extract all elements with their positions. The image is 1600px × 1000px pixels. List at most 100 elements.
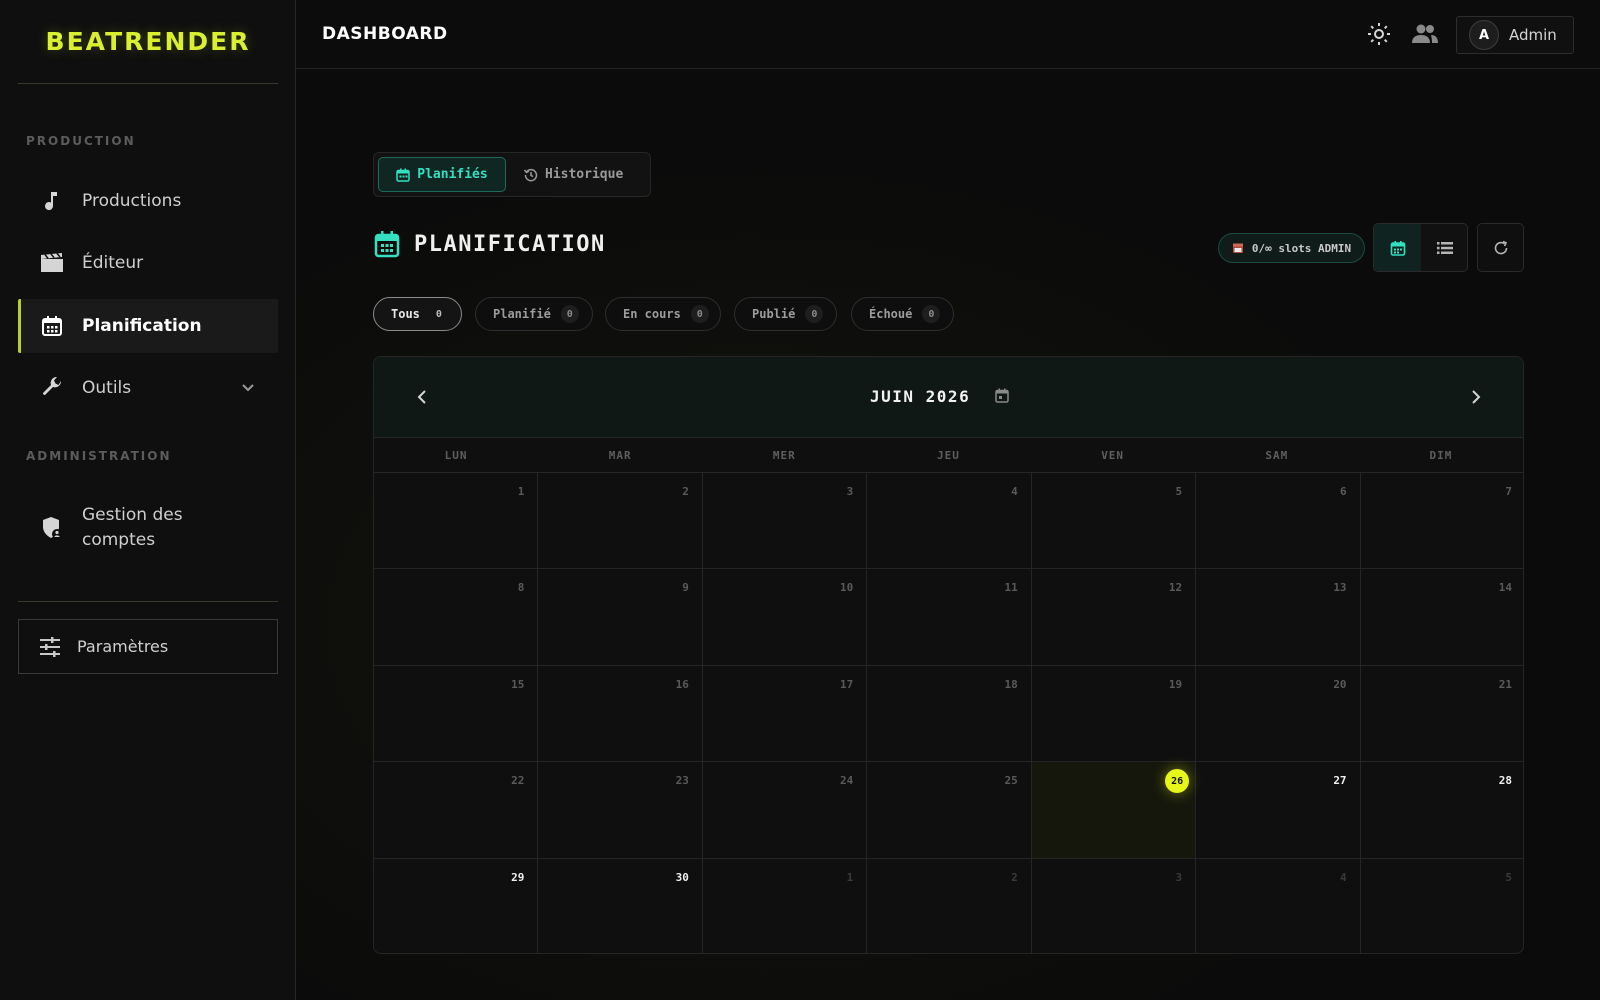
clapperboard-icon <box>40 251 64 275</box>
calendar-day[interactable]: 24 <box>702 762 868 859</box>
sidebar-item-label: Gestion des comptes <box>82 505 183 550</box>
calendar-day[interactable]: 12 <box>1031 569 1197 666</box>
calendar-day[interactable]: 11 <box>867 569 1032 666</box>
settings-button[interactable]: Paramètres <box>18 619 278 674</box>
calendar-day[interactable]: 17 <box>702 665 868 763</box>
calendar-day[interactable]: 5 <box>1361 859 1523 953</box>
chevron-left-icon[interactable] <box>411 385 435 409</box>
brand-logo[interactable]: BEATRENDER <box>18 0 278 84</box>
calendar-day[interactable]: 1 <box>374 473 539 570</box>
sidebar: BEATRENDER PRODUCTION Productions Éditeu… <box>0 0 296 1000</box>
tab-planifies[interactable]: Planifiés <box>378 157 506 192</box>
shield-user-icon <box>40 516 64 540</box>
calendar-day[interactable]: 5 <box>1031 473 1197 570</box>
calendar-day[interactable]: 23 <box>538 762 703 859</box>
filter-tous[interactable]: Tous 0 <box>373 297 462 331</box>
weekday-label: MAR <box>608 448 632 462</box>
sidebar-divider <box>18 601 278 602</box>
weekday-label: SAM <box>1265 448 1289 462</box>
calendar-day-number: 3 <box>1175 870 1183 884</box>
filter-echoue[interactable]: Échoué 0 <box>851 297 954 331</box>
history-icon <box>524 168 538 182</box>
calendar-view-button[interactable] <box>1374 224 1421 271</box>
slots-text: 0/∞ slots ADMIN <box>1251 241 1352 255</box>
weekday-label: JEU <box>937 448 960 462</box>
filter-en-cours[interactable]: En cours 0 <box>605 297 721 331</box>
calendar-day[interactable]: 3 <box>1032 858 1197 953</box>
calendar-day[interactable]: 9 <box>538 569 703 666</box>
calendar-day[interactable]: 10 <box>702 569 868 666</box>
calendar-day[interactable]: 28 <box>1360 762 1523 859</box>
calendar-day-number: 19 <box>1168 677 1183 691</box>
calendar-day-number: 18 <box>1004 677 1018 691</box>
user-name: Admin <box>1509 26 1557 44</box>
calendar-day-number: 29 <box>511 870 525 884</box>
music-note-icon <box>40 189 64 213</box>
calendar-day[interactable]: 6 <box>1196 473 1361 570</box>
calendar-day[interactable]: 3 <box>702 473 868 570</box>
topbar: DASHBOARD A Admin <box>296 0 1600 69</box>
tab-label: Planifiés <box>417 167 488 182</box>
calendar-day[interactable]: 16 <box>538 665 703 763</box>
chevron-down-icon[interactable] <box>240 379 256 400</box>
calendar-day-number: 10 <box>840 581 854 595</box>
calendar-day[interactable]: 2 <box>538 473 703 570</box>
sidebar-item-outils[interactable]: Outils <box>18 361 278 415</box>
calendar-day[interactable]: 8 <box>374 569 539 666</box>
calendar-day-number: 12 <box>1168 581 1183 595</box>
tab-historique[interactable]: Historique <box>524 157 623 192</box>
list-view-button[interactable] <box>1421 224 1468 271</box>
calendar-day[interactable]: 20 <box>1196 665 1361 763</box>
calendar-day-number: 8 <box>517 581 525 595</box>
calendar-day[interactable]: 14 <box>1360 569 1523 666</box>
sidebar-item-editeur[interactable]: Éditeur <box>18 236 278 290</box>
sun-icon[interactable] <box>1367 22 1391 46</box>
calendar-day[interactable]: 22 <box>374 762 539 859</box>
sidebar-item-gestion-comptes[interactable]: Gestion des comptes <box>18 498 278 558</box>
sidebar-item-label: Outils <box>82 378 132 398</box>
calendar-day-number: 17 <box>840 677 854 691</box>
tab-label: Historique <box>545 167 624 182</box>
calendar-day-number: 7 <box>1505 485 1512 498</box>
chevron-right-icon[interactable] <box>1463 385 1487 409</box>
refresh-button[interactable] <box>1477 223 1524 272</box>
calendar-day-number: 13 <box>1333 581 1347 595</box>
calendar-day[interactable]: 13 <box>1196 569 1361 666</box>
calendar-day[interactable]: 1 <box>703 858 868 953</box>
filter-publie[interactable]: Publié 0 <box>734 297 837 331</box>
sidebar-item-label: Planification <box>82 316 202 336</box>
settings-label: Paramètres <box>77 637 169 656</box>
calendar-day[interactable]: 26 <box>1031 762 1197 859</box>
calendar-day[interactable]: 4 <box>867 473 1032 570</box>
tabs: Planifiés Historique <box>373 152 651 197</box>
calendar-day-number: 15 <box>511 677 525 691</box>
filter-planifie[interactable]: Planifié 0 <box>475 297 593 331</box>
sidebar-item-productions[interactable]: Productions <box>18 174 278 228</box>
users-icon[interactable] <box>1411 22 1439 46</box>
calendar-day[interactable]: 18 <box>867 665 1032 763</box>
calendar-picker-icon[interactable] <box>995 388 1009 403</box>
calendar-day[interactable]: 15 <box>374 665 539 763</box>
calendar-day[interactable]: 7 <box>1360 473 1523 570</box>
calendar-day-number: 5 <box>1175 485 1183 498</box>
filter-label: En cours <box>623 307 681 321</box>
filter-label: Échoué <box>869 307 913 321</box>
calendar-day[interactable]: 19 <box>1031 665 1197 763</box>
calendar-day[interactable]: 4 <box>1196 858 1361 953</box>
user-menu[interactable]: A Admin <box>1456 16 1574 54</box>
calendar-day[interactable]: 27 <box>1196 762 1361 859</box>
filter-label: Publié <box>752 307 796 321</box>
calendar-day[interactable]: 25 <box>867 762 1032 859</box>
calendar-icon <box>396 168 411 182</box>
calendar-day[interactable]: 29 <box>374 858 539 953</box>
filter-count: 0 <box>805 305 824 323</box>
calendar-day[interactable]: 21 <box>1360 666 1523 763</box>
calendar-day-number: 23 <box>675 774 689 788</box>
view-toggle <box>1373 223 1468 272</box>
calendar-icon <box>1390 240 1406 256</box>
calendar-day[interactable]: 2 <box>867 858 1032 953</box>
calendar-icon <box>40 314 64 338</box>
calendar-day-number: 5 <box>1505 870 1512 884</box>
calendar-day[interactable]: 30 <box>538 858 703 953</box>
sidebar-item-planification[interactable]: Planification <box>18 299 278 353</box>
